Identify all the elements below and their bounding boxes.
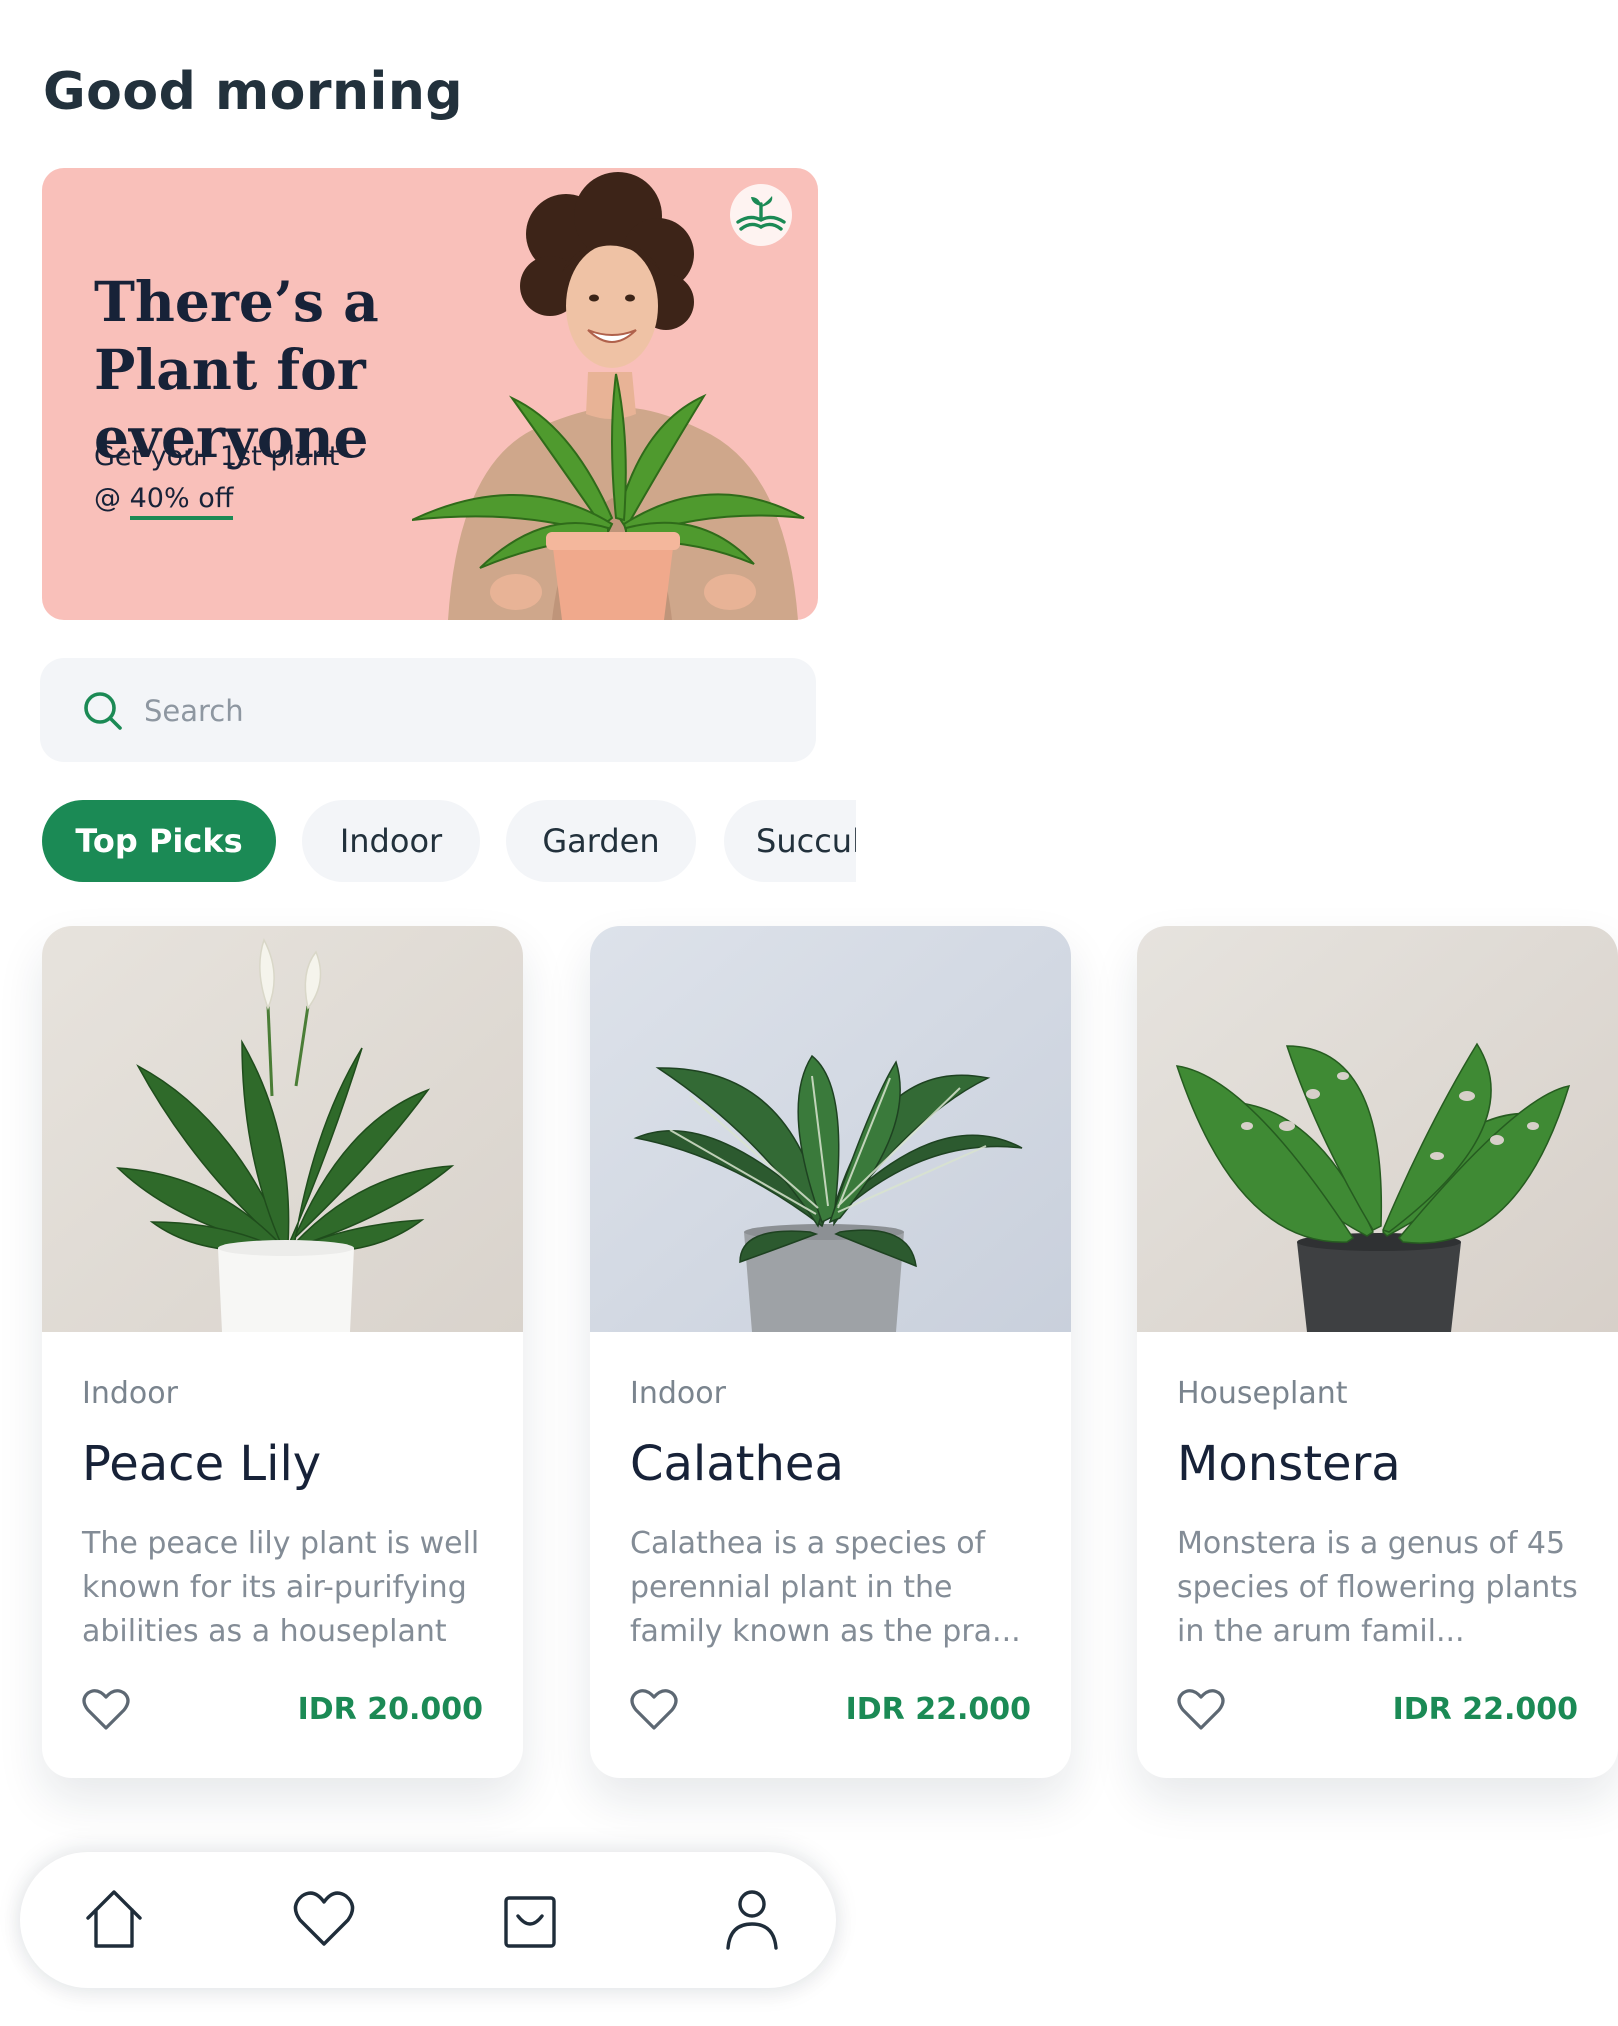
offer-link[interactable]: 40% off — [129, 483, 234, 520]
heart-icon[interactable] — [292, 1886, 356, 1952]
product-category: Indoor — [630, 1376, 726, 1411]
product-card-peace-lily[interactable]: Indoor Peace Lily The peace lily plant i… — [42, 926, 523, 1778]
product-card-monstera[interactable]: Houseplant Monstera Monstera is a genus … — [1137, 926, 1618, 1778]
product-category: Indoor — [82, 1376, 178, 1411]
product-description: The peace lily plant is well known for i… — [82, 1526, 480, 1649]
calathea-image — [590, 926, 1071, 1332]
peace-lily-image — [42, 926, 523, 1332]
product-price: IDR 22.000 — [845, 1692, 1031, 1727]
promo-banner[interactable]: There’s a Plant for everyone Get your 1s… — [42, 168, 818, 620]
profile-icon[interactable] — [720, 1886, 784, 1952]
search-bar[interactable] — [40, 658, 816, 762]
product-name: Calathea — [630, 1436, 844, 1492]
banner-subtitle-text: Get your 1st plant — [94, 441, 340, 472]
heart-outline-icon[interactable] — [82, 1688, 130, 1732]
product-description: Monstera is a genus of 45 species of flo… — [1177, 1526, 1578, 1649]
shopping-bag-icon[interactable] — [498, 1886, 562, 1952]
product-name: Peace Lily — [82, 1436, 322, 1492]
greeting-heading: Good morning — [43, 62, 464, 122]
offer-prefix: @ — [94, 483, 130, 514]
home-icon[interactable] — [82, 1886, 146, 1952]
heart-outline-icon[interactable] — [630, 1688, 678, 1732]
product-card-calathea[interactable]: Indoor Calathea Calathea is a species of… — [590, 926, 1071, 1778]
heart-outline-icon[interactable] — [1177, 1688, 1225, 1732]
search-input[interactable] — [142, 684, 786, 738]
monstera-image — [1137, 926, 1618, 1332]
banner-subtitle: Get your 1st plant @ 40% off — [94, 436, 339, 520]
banner-offer-line: @ 40% off — [94, 478, 339, 520]
category-chips: Top Picks Indoor Garden Succulent — [42, 800, 856, 884]
chip-top-picks[interactable]: Top Picks — [42, 800, 276, 882]
bottom-navigation — [20, 1852, 836, 1988]
product-category: Houseplant — [1177, 1376, 1348, 1411]
product-price: IDR 20.000 — [297, 1692, 483, 1727]
search-icon — [84, 692, 122, 730]
sprout-logo-icon — [730, 184, 792, 246]
chip-indoor[interactable]: Indoor — [302, 800, 480, 882]
chip-succulent[interactable]: Succulent — [724, 800, 856, 882]
product-price: IDR 22.000 — [1392, 1692, 1578, 1727]
product-description: Calathea is a species of perennial plant… — [630, 1526, 1021, 1649]
product-name: Monstera — [1177, 1436, 1401, 1492]
chip-garden[interactable]: Garden — [506, 800, 696, 882]
